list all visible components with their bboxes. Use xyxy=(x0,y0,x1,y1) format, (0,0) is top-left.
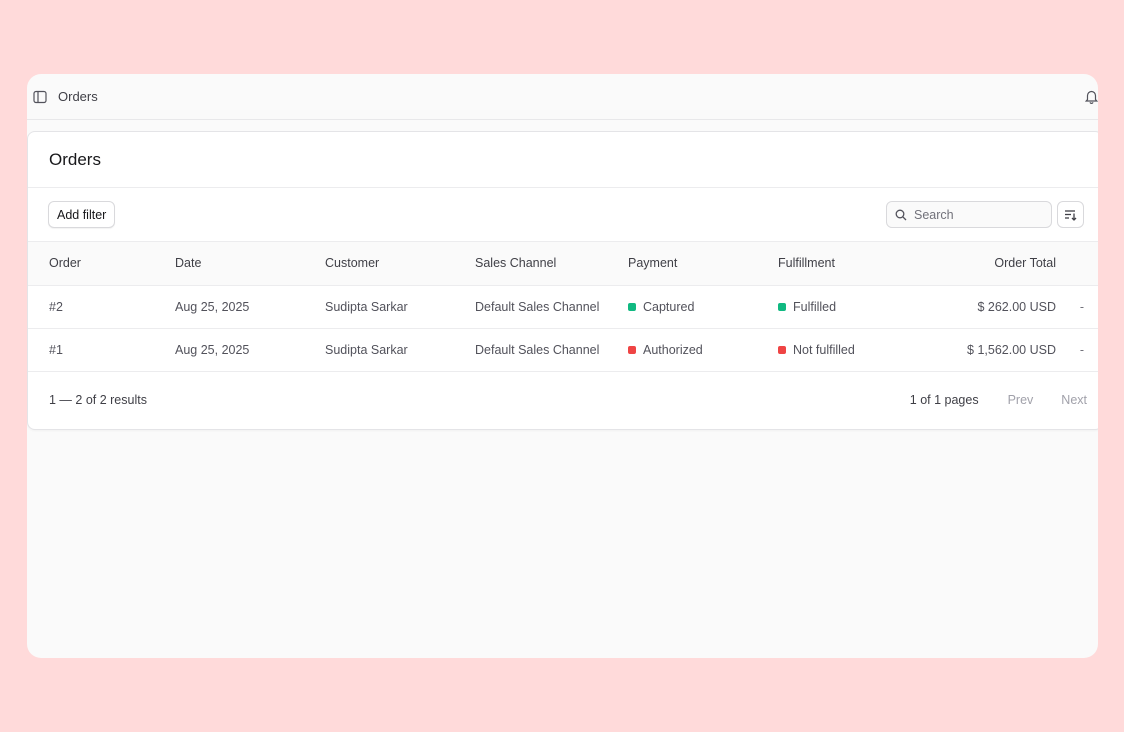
page-indicator: 1 of 1 pages xyxy=(909,393,979,407)
row-action[interactable]: - xyxy=(1056,285,1098,328)
pagination-footer: 1 — 2 of 2 results 1 of 1 pages Prev Nex… xyxy=(28,372,1098,429)
breadcrumb[interactable]: Orders xyxy=(58,89,98,104)
column-header-payment[interactable]: Payment xyxy=(628,242,778,285)
order-total: $ 262.00 USD xyxy=(977,299,1056,314)
fulfillment-status-label: Not fulfilled xyxy=(793,342,855,357)
orders-card: Orders Add filter Search Order Date Cust… xyxy=(27,131,1098,430)
order-date: Aug 25, 2025 xyxy=(175,299,250,314)
column-header-sales-channel[interactable]: Sales Channel xyxy=(475,242,628,285)
sort-button[interactable] xyxy=(1057,201,1084,228)
status-dot xyxy=(628,302,636,311)
payment-status-label: Authorized xyxy=(643,342,703,357)
order-customer: Sudipta Sarkar xyxy=(325,299,408,314)
payment-status-label: Captured xyxy=(643,299,695,314)
column-header-date[interactable]: Date xyxy=(175,242,325,285)
status-dot xyxy=(778,302,786,311)
order-sales-channel: Default Sales Channel xyxy=(475,342,600,357)
order-id: #2 xyxy=(49,299,63,314)
status-dot xyxy=(778,345,786,354)
page-title: Orders xyxy=(49,149,101,169)
app-window: Orders Orders Add filter Search Order Da… xyxy=(27,74,1098,658)
order-total: $ 1,562.00 USD xyxy=(967,342,1056,357)
column-header-customer[interactable]: Customer xyxy=(325,242,475,285)
order-date: Aug 25, 2025 xyxy=(175,342,250,357)
payment-status: Captured xyxy=(628,285,778,328)
results-count: 1 — 2 of 2 results xyxy=(49,393,147,407)
orders-table: Order Date Customer Sales Channel Paymen… xyxy=(28,242,1098,372)
card-header: Orders xyxy=(28,132,1098,188)
fulfillment-status-label: Fulfilled xyxy=(793,299,837,314)
fulfillment-status: Not fulfilled xyxy=(778,328,928,371)
sidebar-toggle-icon[interactable] xyxy=(33,90,47,104)
pager: 1 of 1 pages Prev Next xyxy=(910,372,1098,429)
next-page-button[interactable]: Next xyxy=(1061,393,1087,407)
add-filter-button[interactable]: Add filter xyxy=(48,201,116,228)
table-header-row: Order Date Customer Sales Channel Paymen… xyxy=(28,242,1098,285)
table-row[interactable]: #1 Aug 25, 2025 Sudipta Sarkar Default S… xyxy=(28,328,1098,371)
sort-icon xyxy=(1065,209,1077,221)
order-customer: Sudipta Sarkar xyxy=(325,342,408,357)
row-action[interactable]: - xyxy=(1056,328,1098,371)
search-input[interactable] xyxy=(914,207,1044,222)
column-header-order[interactable]: Order xyxy=(28,242,175,285)
order-id: #1 xyxy=(49,342,63,357)
order-sales-channel: Default Sales Channel xyxy=(475,299,600,314)
status-dot xyxy=(628,345,636,354)
top-bar: Orders xyxy=(27,74,1098,120)
search-box[interactable] xyxy=(886,201,1052,228)
payment-status: Authorized xyxy=(628,328,778,371)
prev-page-button[interactable]: Prev xyxy=(1008,393,1034,407)
toolbar: Add filter xyxy=(28,188,1098,242)
column-header-order-total[interactable]: Order Total xyxy=(928,242,1056,285)
search-icon xyxy=(895,209,907,220)
bell-icon[interactable] xyxy=(1084,89,1098,104)
fulfillment-status: Fulfilled xyxy=(778,285,928,328)
column-header-fulfillment[interactable]: Fulfillment xyxy=(778,242,928,285)
table-row[interactable]: #2 Aug 25, 2025 Sudipta Sarkar Default S… xyxy=(28,285,1098,328)
